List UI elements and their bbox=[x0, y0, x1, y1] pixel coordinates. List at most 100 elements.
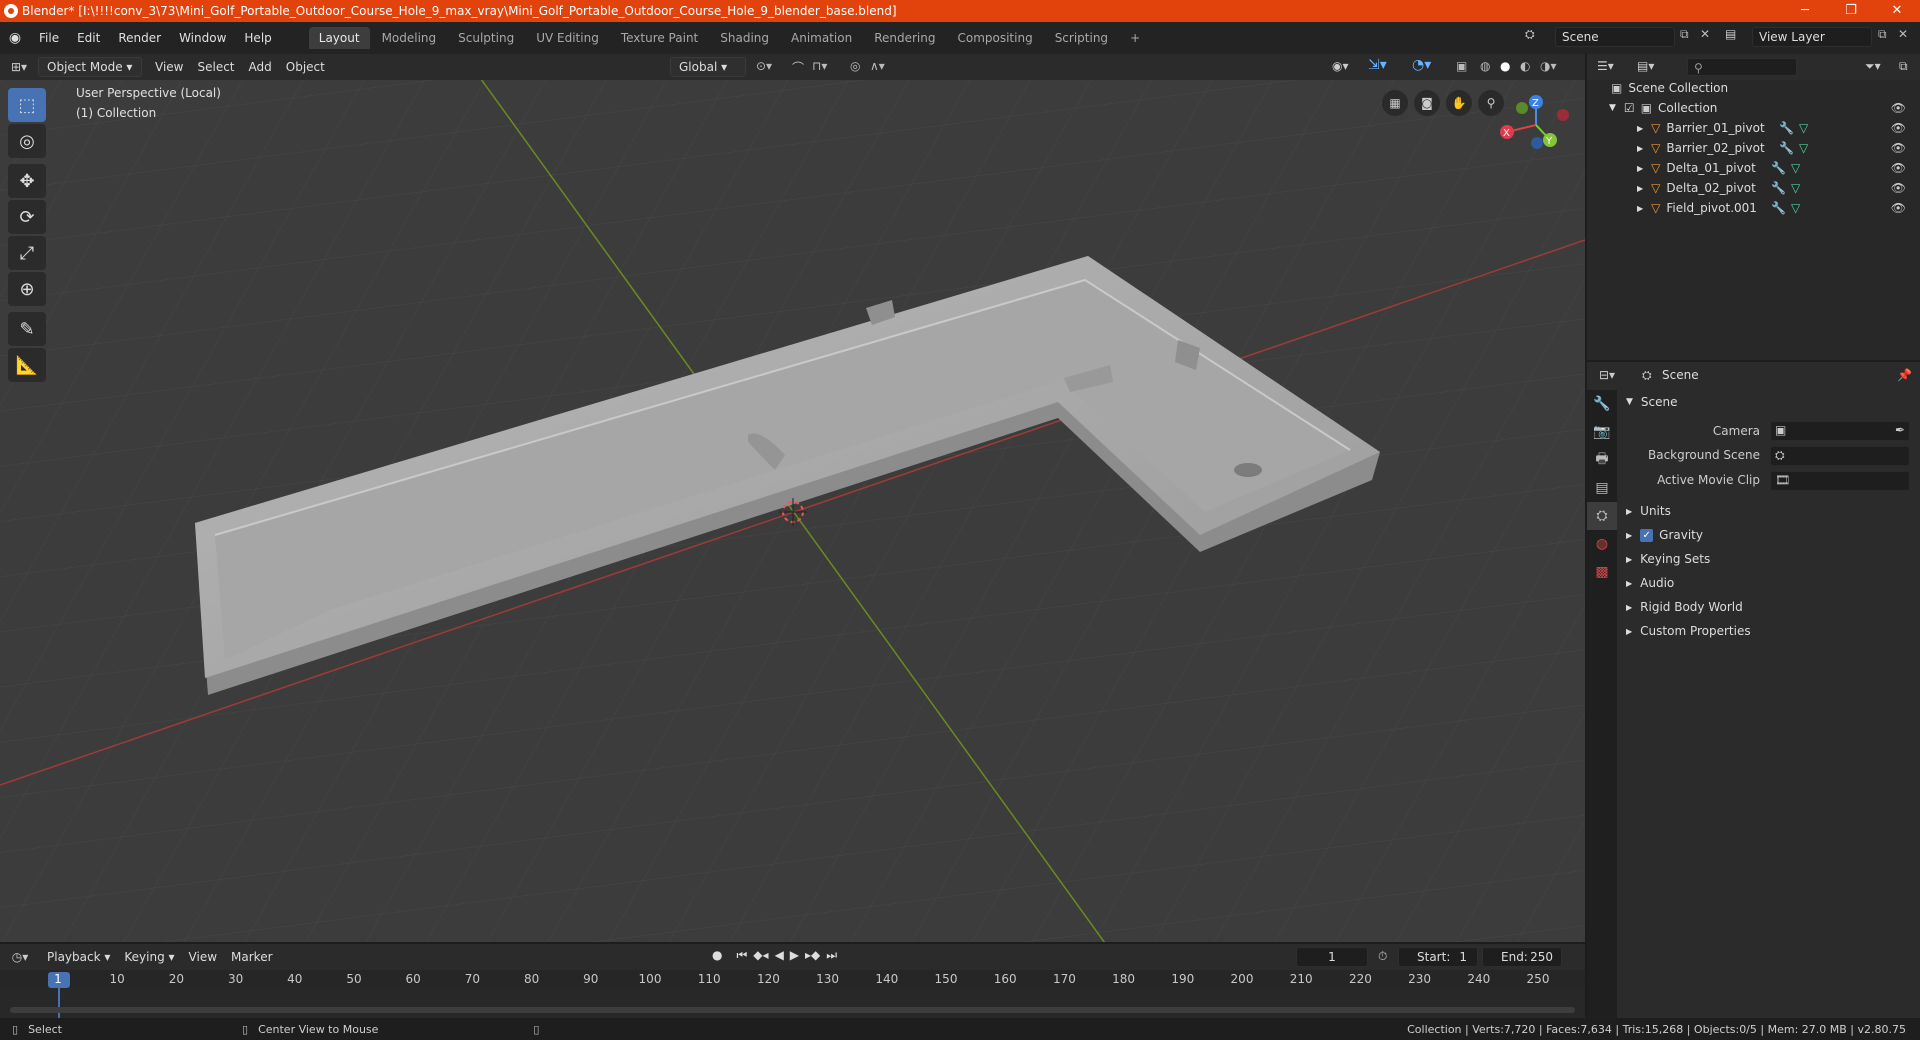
play-reverse-icon[interactable]: ◀ bbox=[775, 948, 784, 963]
outliner-object-row[interactable]: ▶ ▽ Delta_01_pivot 🔧 ▽ 👁 bbox=[1587, 158, 1920, 178]
mode-dropdown[interactable]: Object Mode ▾ bbox=[38, 57, 142, 77]
tab-compositing[interactable]: Compositing bbox=[947, 27, 1042, 49]
wireframe-shading-icon[interactable]: ◍ bbox=[1480, 59, 1490, 73]
maximize-button[interactable]: ❐ bbox=[1828, 0, 1874, 22]
measure-tool-icon[interactable]: 📐 bbox=[8, 348, 46, 382]
eye-icon[interactable]: 👁 bbox=[1891, 121, 1906, 135]
transform-orientation-dropdown[interactable]: Global ▾ bbox=[670, 57, 746, 77]
tab-layout[interactable]: Layout bbox=[308, 27, 370, 49]
view-layer-icon[interactable]: ▤ bbox=[1725, 27, 1736, 41]
world-tab-icon[interactable]: ◍ bbox=[1587, 530, 1617, 558]
expand-arrow-icon[interactable]: ▶ bbox=[1637, 184, 1643, 193]
outliner-object-row[interactable]: ▶ ▽ Field_pivot.001 🔧 ▽ 👁 bbox=[1587, 198, 1920, 218]
view-layer-selector[interactable]: View Layer bbox=[1752, 27, 1872, 47]
expand-arrow-icon[interactable]: ▶ bbox=[1637, 164, 1643, 173]
mesh-data-icon[interactable]: ▽ bbox=[1799, 121, 1808, 135]
outliner-search-input[interactable]: ⚲ bbox=[1687, 58, 1797, 76]
delete-view-layer-icon[interactable]: ✕ bbox=[1898, 27, 1908, 41]
editor-type-icon[interactable]: ⊞▾ bbox=[0, 60, 38, 74]
snap-icon[interactable]: ⌒ bbox=[792, 59, 804, 76]
eye-icon[interactable]: 👁 bbox=[1891, 101, 1906, 115]
tab-modeling[interactable]: Modeling bbox=[372, 27, 447, 49]
tab-uv-editing[interactable]: UV Editing bbox=[526, 27, 609, 49]
annotate-tool-icon[interactable]: ✎ bbox=[8, 312, 46, 346]
properties-editor-icon[interactable]: ⊟▾ bbox=[1599, 368, 1615, 382]
rigid-body-world-panel[interactable]: ▶ Rigid Body World bbox=[1620, 596, 1920, 618]
menu-render[interactable]: Render bbox=[109, 31, 170, 45]
menu-marker[interactable]: Marker bbox=[224, 948, 279, 966]
camera-view-icon[interactable]: ◙ bbox=[1414, 90, 1440, 116]
mesh-data-icon[interactable]: ▽ bbox=[1799, 141, 1808, 155]
expand-arrow-icon[interactable]: ▶ bbox=[1637, 204, 1643, 213]
pivot-icon[interactable]: ⊙▾ bbox=[756, 59, 772, 73]
tool-tab-icon[interactable]: 🔧 bbox=[1587, 390, 1617, 418]
tab-shading[interactable]: Shading bbox=[710, 27, 779, 49]
timeline-editor-icon[interactable]: ◷▾ bbox=[0, 950, 40, 964]
grid-view-icon[interactable]: ▦ bbox=[1382, 90, 1408, 116]
proportional-edit-icon[interactable]: ◎ bbox=[850, 59, 860, 73]
falloff-icon[interactable]: ∧▾ bbox=[870, 59, 885, 73]
prev-keyframe-icon[interactable]: ◆◂ bbox=[753, 948, 768, 963]
scene-icon[interactable]: ⛭ bbox=[1525, 27, 1535, 42]
visibility-icon[interactable]: ◉▾ bbox=[1332, 59, 1349, 73]
3d-viewport[interactable]: Z X Y User Perspective (Local) (1) Colle… bbox=[0, 80, 1585, 942]
add-workspace-button[interactable]: + bbox=[1120, 27, 1150, 49]
modifier-icon[interactable]: 🔧 bbox=[1779, 121, 1794, 135]
background-scene-field[interactable]: ⛭ bbox=[1770, 446, 1910, 466]
eye-icon[interactable]: 👁 bbox=[1891, 161, 1906, 175]
collection-checkbox[interactable]: ☑ bbox=[1624, 101, 1635, 115]
outliner-collection[interactable]: ▼ ☑ ▣ Collection 👁 bbox=[1587, 98, 1920, 118]
modifier-icon[interactable]: 🔧 bbox=[1771, 161, 1786, 175]
expand-arrow-icon[interactable]: ▶ bbox=[1637, 144, 1643, 153]
blender-menu-icon[interactable]: ◉ bbox=[0, 30, 30, 46]
gravity-checkbox[interactable]: ✓ bbox=[1640, 528, 1654, 542]
clock-icon[interactable]: ⏱ bbox=[1378, 949, 1387, 964]
tab-texture-paint[interactable]: Texture Paint bbox=[611, 27, 708, 49]
menu-select[interactable]: Select bbox=[190, 58, 241, 76]
outliner-object-row[interactable]: ▶ ▽ Barrier_01_pivot 🔧 ▽ 👁 bbox=[1587, 118, 1920, 138]
rendered-shading-icon[interactable]: ◑▾ bbox=[1540, 59, 1557, 73]
eye-icon[interactable]: 👁 bbox=[1891, 181, 1906, 195]
jump-end-icon[interactable]: ⏭ bbox=[826, 948, 837, 963]
outliner-object-row[interactable]: ▶ ▽ Barrier_02_pivot 🔧 ▽ 👁 bbox=[1587, 138, 1920, 158]
eyedropper-icon[interactable]: ✒ bbox=[1895, 423, 1905, 437]
move-tool-icon[interactable]: ✥ bbox=[8, 164, 46, 198]
mesh-data-icon[interactable]: ▽ bbox=[1791, 201, 1800, 215]
modifier-icon[interactable]: 🔧 bbox=[1771, 201, 1786, 215]
select-box-tool-icon[interactable]: ⬚ bbox=[8, 88, 46, 122]
outliner-scene-collection[interactable]: ▣ Scene Collection bbox=[1587, 78, 1920, 98]
scene-tab-icon[interactable]: ⛭ bbox=[1587, 502, 1617, 530]
tab-animation[interactable]: Animation bbox=[781, 27, 862, 49]
jump-start-icon[interactable]: ⏮ bbox=[736, 948, 747, 963]
pan-hand-icon[interactable]: ✋ bbox=[1446, 90, 1472, 116]
solid-shading-icon[interactable]: ● bbox=[1500, 59, 1510, 73]
timeline-area[interactable]: 1 10 20 30 40 50 60 70 80 90 100 110 120 130 140 150 160… bbox=[0, 970, 1585, 1018]
menu-view[interactable]: View bbox=[148, 58, 190, 76]
current-frame-field[interactable]: 1 bbox=[1296, 947, 1368, 967]
menu-window[interactable]: Window bbox=[170, 31, 235, 45]
minimize-button[interactable]: ─ bbox=[1782, 0, 1828, 22]
start-frame-field[interactable]: Start: 1 bbox=[1398, 947, 1478, 967]
menu-add[interactable]: Add bbox=[242, 58, 279, 76]
next-keyframe-icon[interactable]: ▸◆ bbox=[805, 948, 820, 963]
new-scene-icon[interactable]: ⧉ bbox=[1680, 27, 1689, 42]
new-collection-icon[interactable]: ⧉ bbox=[1899, 59, 1908, 74]
collapse-arrow-icon[interactable]: ▼ bbox=[1609, 103, 1616, 113]
expand-arrow-icon[interactable]: ▶ bbox=[1637, 124, 1643, 133]
gizmo-toggle-icon[interactable]: ⇲▾ bbox=[1368, 57, 1387, 73]
menu-edit[interactable]: Edit bbox=[68, 31, 109, 45]
scene-selector[interactable]: Scene bbox=[1555, 27, 1675, 47]
pin-icon[interactable]: 📌 bbox=[1897, 368, 1912, 382]
modifier-icon[interactable]: 🔧 bbox=[1771, 181, 1786, 195]
close-button[interactable]: ✕ bbox=[1874, 0, 1920, 22]
cursor-tool-icon[interactable]: ◎ bbox=[8, 124, 46, 158]
menu-help[interactable]: Help bbox=[235, 31, 280, 45]
mesh-data-icon[interactable]: ▽ bbox=[1791, 181, 1800, 195]
tab-scripting[interactable]: Scripting bbox=[1045, 27, 1118, 49]
tab-rendering[interactable]: Rendering bbox=[864, 27, 945, 49]
outliner-editor-icon[interactable]: ☰▾ bbox=[1597, 59, 1614, 73]
scale-tool-icon[interactable]: ⤢ bbox=[8, 236, 46, 270]
menu-object[interactable]: Object bbox=[279, 58, 332, 76]
tab-sculpting[interactable]: Sculpting bbox=[448, 27, 524, 49]
eye-icon[interactable]: 👁 bbox=[1891, 201, 1906, 215]
